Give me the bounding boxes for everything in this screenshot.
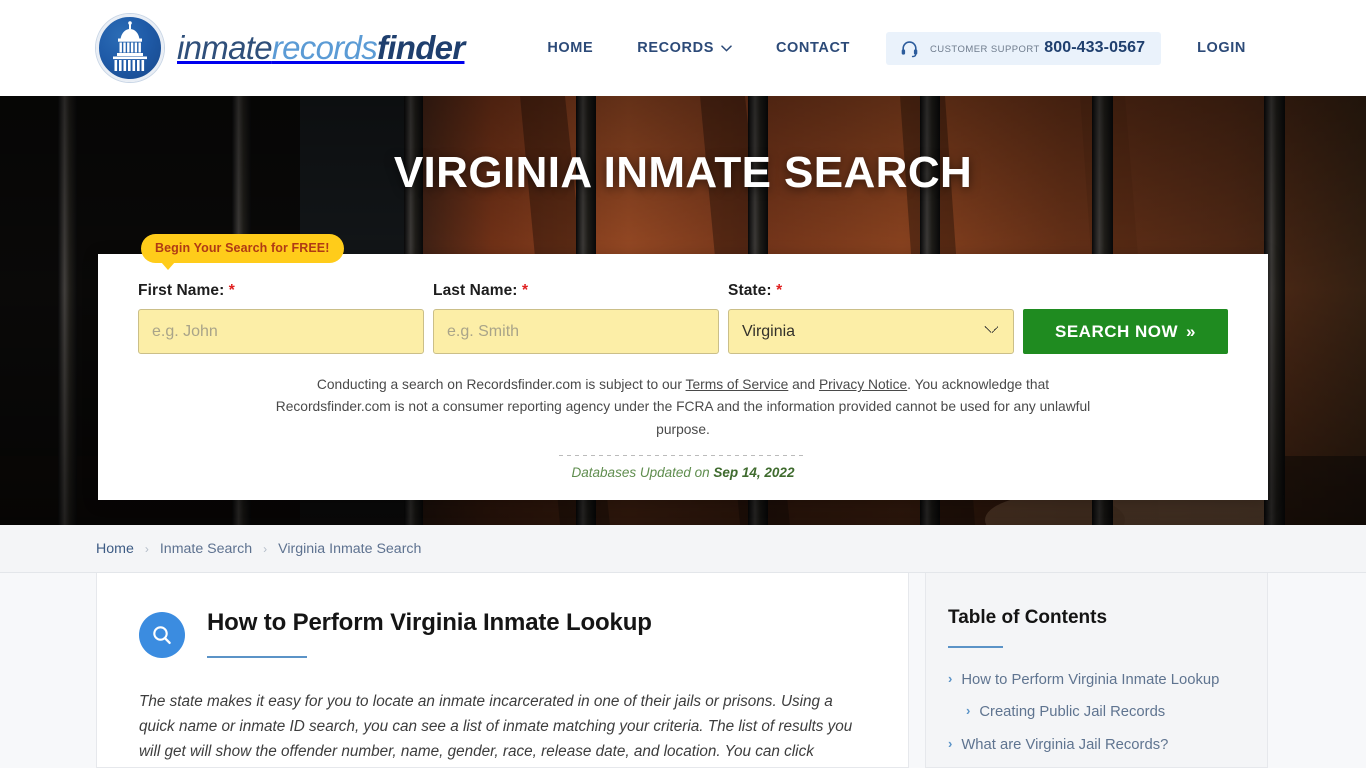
section-title: How to Perform Virginia Inmate Lookup	[207, 609, 652, 636]
toc-item[interactable]: › Creating Public Jail Records	[948, 702, 1237, 723]
main-navigation: HOME RECORDS CONTACT CUSTOMER SUPPORT 80…	[525, 30, 1268, 66]
first-name-input[interactable]	[138, 309, 424, 354]
page-title: VIRGINIA INMATE SEARCH	[393, 148, 973, 197]
brand-part-3: finder	[377, 29, 465, 66]
required-marker: *	[521, 282, 529, 299]
state-field-group: State: * Virginia	[728, 282, 1014, 354]
toc-link[interactable]: How to Perform Virginia Inmate Lookup	[961, 670, 1219, 691]
hero-section: VIRGINIA INMATE SEARCH Begin Your Search…	[0, 96, 1366, 525]
required-marker: *	[776, 282, 783, 299]
section-underline	[207, 655, 307, 658]
toc-link[interactable]: Creating Public Jail Records	[979, 702, 1165, 723]
site-header: inmaterecordsfinder HOME RECORDS CONTACT	[0, 0, 1366, 96]
customer-support-box[interactable]: CUSTOMER SUPPORT 800-433-0567	[886, 31, 1162, 65]
support-phone-number: 800-433-0567	[1044, 38, 1146, 56]
state-select[interactable]: Virginia	[728, 309, 1014, 354]
first-name-field-group: First Name: *	[138, 282, 424, 354]
double-chevron-right-icon: »	[1186, 321, 1197, 341]
headset-icon	[900, 39, 919, 58]
nav-item-login[interactable]: LOGIN	[1175, 30, 1268, 66]
free-search-badge: Begin Your Search for FREE!	[141, 234, 344, 270]
chevron-right-icon: ›	[966, 703, 971, 719]
brand-logo-link[interactable]: inmaterecordsfinder	[96, 14, 465, 82]
updated-date: Sep 14, 2022	[713, 465, 795, 481]
breadcrumb-item-current: Virginia Inmate Search	[278, 540, 422, 557]
toc-list: › How to Perform Virginia Inmate Lookup …	[948, 670, 1237, 756]
first-name-label: First Name: *	[138, 282, 424, 300]
section-body-text: The state makes it easy for you to locat…	[139, 693, 853, 760]
state-label: State: *	[728, 282, 1014, 300]
brand-part-2: records	[271, 29, 378, 66]
toc-underline	[948, 646, 1003, 648]
main-content-area: How to Perform Virginia Inmate Lookup Th…	[0, 573, 1366, 768]
search-magnifier-icon	[139, 612, 185, 658]
brand-wordmark: inmaterecordsfinder	[177, 29, 465, 67]
capitol-dome-icon	[96, 14, 164, 82]
chevron-right-icon: ›	[948, 735, 953, 751]
dotted-divider	[559, 455, 807, 457]
disclaimer-part-1: Conducting a search on Recordsfinder.com…	[316, 377, 686, 392]
toc-title: Table of Contents	[948, 607, 1108, 628]
required-marker: *	[228, 282, 235, 299]
toc-link[interactable]: What are Virginia Jail Records?	[961, 735, 1168, 756]
toc-item[interactable]: › How to Perform Virginia Inmate Lookup	[948, 670, 1237, 691]
brand-part-1: inmate	[177, 29, 273, 66]
updated-prefix: Databases Updated on	[571, 465, 714, 481]
terms-of-service-link[interactable]: Terms of Service	[686, 377, 789, 392]
toc-item[interactable]: › What are Virginia Jail Records?	[948, 735, 1237, 756]
nav-label-login: LOGIN	[1197, 40, 1246, 56]
disclaimer-mid: and	[788, 377, 819, 392]
breadcrumb-separator-icon: ›	[263, 541, 268, 556]
search-now-button[interactable]: SEARCH NOW »	[1023, 309, 1228, 354]
state-label-text: State:	[728, 282, 772, 299]
nav-label-records: RECORDS	[637, 40, 714, 56]
last-name-input[interactable]	[433, 309, 719, 354]
search-now-label: SEARCH NOW	[1054, 321, 1179, 341]
breadcrumb-item-inmate-search[interactable]: Inmate Search	[160, 541, 252, 557]
nav-item-home[interactable]: HOME	[525, 30, 615, 66]
nav-label-home: HOME	[547, 40, 594, 56]
databases-updated-note: Databases Updated on Sep 14, 2022	[138, 465, 1228, 480]
breadcrumb: Home › Inmate Search › Virginia Inmate S…	[0, 525, 1366, 573]
article-card: How to Perform Virginia Inmate Lookup Th…	[96, 573, 909, 768]
first-name-label-text: First Name:	[138, 282, 225, 299]
breadcrumb-separator-icon: ›	[144, 541, 149, 556]
support-label: CUSTOMER SUPPORT	[930, 43, 1040, 55]
nav-item-contact[interactable]: CONTACT	[754, 30, 872, 66]
last-name-label: Last Name: *	[433, 282, 719, 300]
privacy-notice-link[interactable]: Privacy Notice	[819, 377, 907, 392]
inmate-search-form: First Name: * Last Name: * State: *	[138, 282, 1228, 354]
nav-label-contact: CONTACT	[775, 40, 850, 56]
table-of-contents-panel: Table of Contents › How to Perform Virgi…	[925, 573, 1268, 768]
breadcrumb-item-home[interactable]: Home	[96, 541, 134, 557]
chevron-right-icon: ›	[948, 671, 953, 686]
section-header: How to Perform Virginia Inmate Lookup	[139, 609, 866, 658]
search-disclaimer: Conducting a search on Recordsfinder.com…	[263, 374, 1103, 441]
nav-item-records[interactable]: RECORDS	[615, 30, 754, 66]
last-name-label-text: Last Name:	[433, 282, 518, 299]
chevron-down-icon	[721, 40, 732, 56]
last-name-field-group: Last Name: *	[433, 282, 719, 354]
inmate-search-form-card: Begin Your Search for FREE! First Name: …	[98, 234, 1268, 501]
